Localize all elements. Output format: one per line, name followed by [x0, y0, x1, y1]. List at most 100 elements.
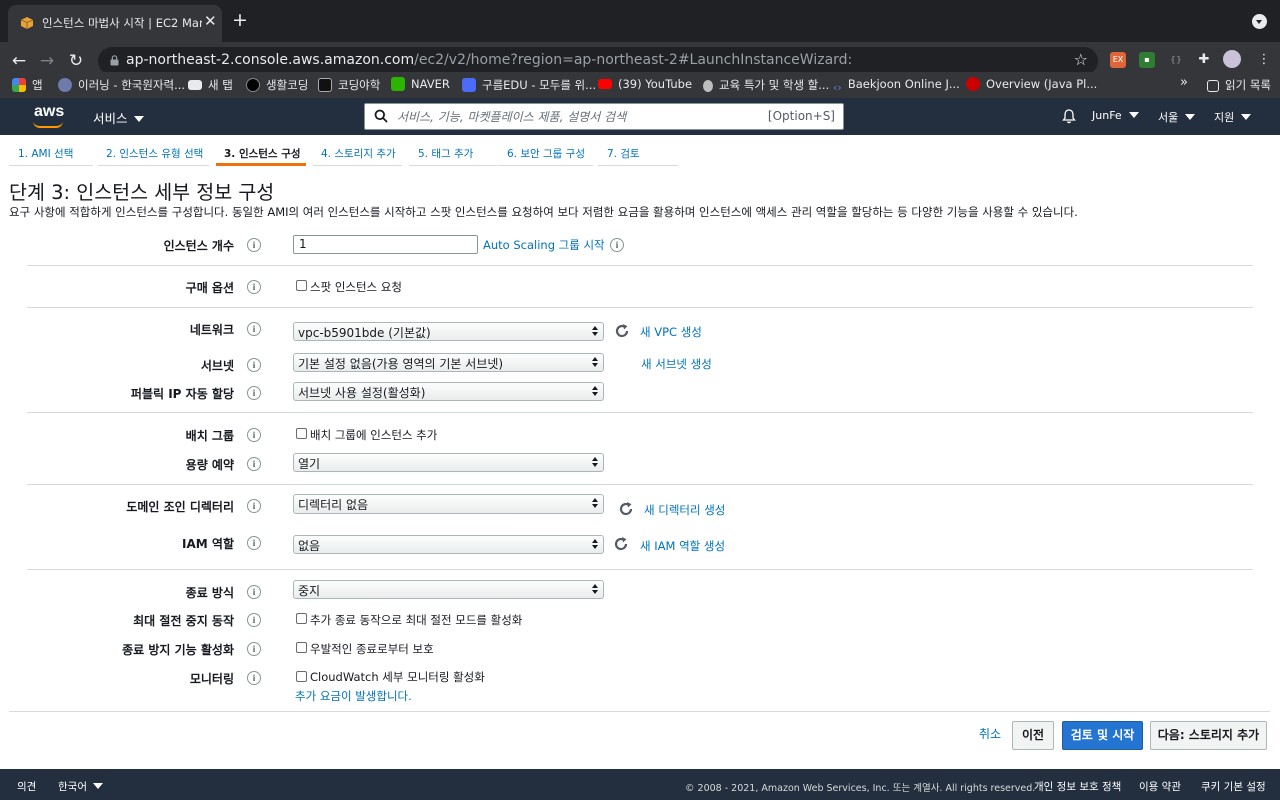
search-input[interactable]	[397, 108, 767, 125]
new-tab-icon[interactable]: +	[232, 10, 248, 30]
terms-link[interactable]: 이용 약관	[1139, 779, 1181, 794]
step-configure-instance[interactable]: 3. 인스턴스 구성	[216, 135, 306, 166]
network-select[interactable]: vpc-b5901bde (기본값)	[293, 322, 604, 341]
bookmark-item[interactable]: NAVER	[391, 77, 450, 91]
menu-kebab-icon[interactable]: ⋮	[1256, 52, 1272, 68]
info-icon[interactable]: i	[247, 642, 261, 656]
info-icon[interactable]: i	[247, 322, 261, 336]
info-icon[interactable]: i	[610, 238, 624, 252]
bookmarks-more-icon[interactable]: »	[1180, 75, 1188, 90]
info-icon[interactable]: i	[247, 536, 261, 550]
step-add-tags[interactable]: 5. 태그 추가	[409, 135, 497, 166]
chevron-down-icon	[1185, 114, 1196, 120]
step-add-storage[interactable]: 4. 스토리지 추가	[313, 135, 402, 166]
info-icon[interactable]: i	[247, 499, 261, 513]
bookmark-item[interactable]: 생활코딩	[246, 77, 308, 93]
create-directory-link[interactable]: 새 디렉터리 생성	[644, 502, 725, 518]
step-security-group[interactable]: 6. 보안 그룹 구성	[498, 135, 593, 166]
step-instance-type[interactable]: 2. 인스턴스 유형 선택	[98, 135, 209, 166]
extension-bracket-icon[interactable]: ⦃⦄	[1168, 52, 1184, 68]
bell-icon[interactable]	[1061, 108, 1077, 124]
wizard-steps: 1. AMI 선택 2. 인스턴스 유형 선택 3. 인스턴스 구성 4. 스토…	[0, 135, 1280, 167]
feedback-link[interactable]: 의견	[17, 779, 36, 794]
info-icon[interactable]: i	[247, 238, 261, 252]
language-selector[interactable]: 한국어	[58, 779, 103, 794]
create-subnet-link[interactable]: 새 서브넷 생성	[641, 356, 712, 372]
close-tab-icon[interactable]: ✕	[204, 12, 217, 30]
info-icon[interactable]: i	[247, 671, 261, 685]
public-ip-select[interactable]: 서브넷 사용 설정(활성화)	[293, 382, 604, 401]
extensions-puzzle-icon[interactable]: ✚	[1196, 52, 1212, 68]
browser-tab[interactable]: 인스턴스 마법사 시작 | EC2 Manag ✕	[8, 5, 222, 42]
bookmark-apps[interactable]: 앱	[12, 77, 43, 93]
monitoring-checkbox[interactable]	[296, 671, 307, 682]
cancel-button[interactable]: 취소	[979, 721, 1001, 750]
bookmark-label: NAVER	[411, 77, 450, 91]
iam-role-select[interactable]: 없음	[293, 535, 604, 554]
info-icon[interactable]: i	[247, 280, 261, 294]
info-icon[interactable]: i	[247, 428, 261, 442]
step-ami[interactable]: 1. AMI 선택	[9, 135, 93, 166]
next-add-storage-button[interactable]: 다음: 스토리지 추가	[1150, 721, 1267, 750]
bookmark-item[interactable]: Overview (Java Pl...	[966, 77, 1097, 91]
create-vpc-link[interactable]: 새 VPC 생성	[640, 324, 702, 340]
search-shortcut: [Option+S]	[767, 109, 835, 123]
bookmark-item[interactable]: 구름EDU - 모두를 위...	[462, 77, 596, 93]
refresh-icon[interactable]	[612, 535, 630, 553]
bookmark-star-icon[interactable]: ☆	[1074, 50, 1088, 69]
reading-list[interactable]: 읽기 목록	[1207, 77, 1271, 93]
monitoring-checkbox-label: CloudWatch 세부 모니터링 활성화	[310, 670, 485, 684]
shutdown-behavior-select[interactable]: 중지	[293, 580, 604, 599]
bookmark-label: 생활코딩	[266, 78, 309, 92]
address-bar[interactable]: ap-northeast-2.console.aws.amazon.com/ec…	[98, 47, 1098, 75]
services-label: 서비스	[93, 111, 128, 126]
auto-scaling-link[interactable]: Auto Scaling 그룹 시작	[483, 237, 605, 253]
spot-instance-checkbox[interactable]	[296, 280, 307, 291]
privacy-link[interactable]: 개인 정보 보호 정책	[1034, 779, 1121, 794]
info-icon[interactable]: i	[247, 358, 261, 372]
refresh-icon[interactable]	[613, 322, 631, 340]
cookie-preferences-link[interactable]: 쿠키 기본 설정	[1201, 779, 1266, 794]
refresh-icon[interactable]	[617, 500, 635, 518]
aws-search-box[interactable]: [Option+S]	[364, 103, 844, 130]
aws-logo[interactable]: aws	[34, 103, 64, 121]
termination-protection-checkbox[interactable]	[296, 642, 307, 653]
info-icon[interactable]: i	[247, 386, 261, 400]
form-bottom-divider	[9, 711, 1270, 712]
bookmark-item[interactable]: (39) YouTube	[598, 77, 692, 91]
extension-screen-icon[interactable]: ▪	[1139, 52, 1155, 68]
account-menu[interactable]: JunFe	[1092, 109, 1139, 122]
bookmark-item[interactable]: 코딩야학	[318, 77, 380, 93]
support-menu[interactable]: 지원	[1214, 109, 1252, 125]
bookmark-item[interactable]: 이러닝 - 한국원자력...	[58, 77, 185, 93]
step-review[interactable]: 7. 검토	[598, 135, 678, 166]
reading-list-label: 읽기 목록	[1225, 78, 1271, 92]
domain-join-select[interactable]: 디렉터리 없음	[293, 494, 604, 514]
instance-count-input[interactable]: 1	[293, 235, 478, 254]
url-path: /ec2/v2/home?region=ap-northeast-2#Launc…	[414, 52, 853, 68]
bookmark-item[interactable]: ‹› Baekjoon Online J...	[833, 77, 960, 95]
tab-search-icon[interactable]	[1252, 14, 1267, 29]
bookmark-label: 교육 특가 및 학생 할...	[719, 78, 830, 92]
create-iam-role-link[interactable]: 새 IAM 역할 생성	[640, 538, 725, 554]
info-icon[interactable]: i	[247, 585, 261, 599]
review-and-launch-button[interactable]: 검토 및 시작	[1062, 721, 1143, 750]
bookmark-item[interactable]: 새 탭	[188, 77, 233, 93]
subnet-select[interactable]: 기본 설정 없음(가용 영역의 기본 서브넷)	[293, 353, 604, 372]
bookmark-item[interactable]: 교육 특가 및 학생 할...	[703, 77, 829, 93]
hibernate-checkbox[interactable]	[296, 613, 307, 624]
previous-button[interactable]: 이전	[1012, 721, 1054, 750]
capacity-reservation-select[interactable]: 열기	[293, 453, 604, 472]
profile-avatar[interactable]	[1223, 50, 1241, 68]
gamepad-icon	[58, 78, 72, 92]
placement-group-checkbox[interactable]	[296, 428, 307, 439]
public-ip-label: 퍼블릭 IP 자동 할당	[130, 387, 234, 401]
region-menu[interactable]: 서울	[1158, 109, 1196, 125]
services-menu[interactable]: 서비스	[93, 108, 144, 127]
chevron-down-icon	[1241, 114, 1252, 120]
section-divider	[27, 569, 1253, 570]
extension-ex-icon[interactable]: EX	[1110, 52, 1126, 68]
purchase-option-label: 구매 옵션	[185, 281, 234, 295]
info-icon[interactable]: i	[247, 613, 261, 627]
info-icon[interactable]: i	[247, 457, 261, 471]
